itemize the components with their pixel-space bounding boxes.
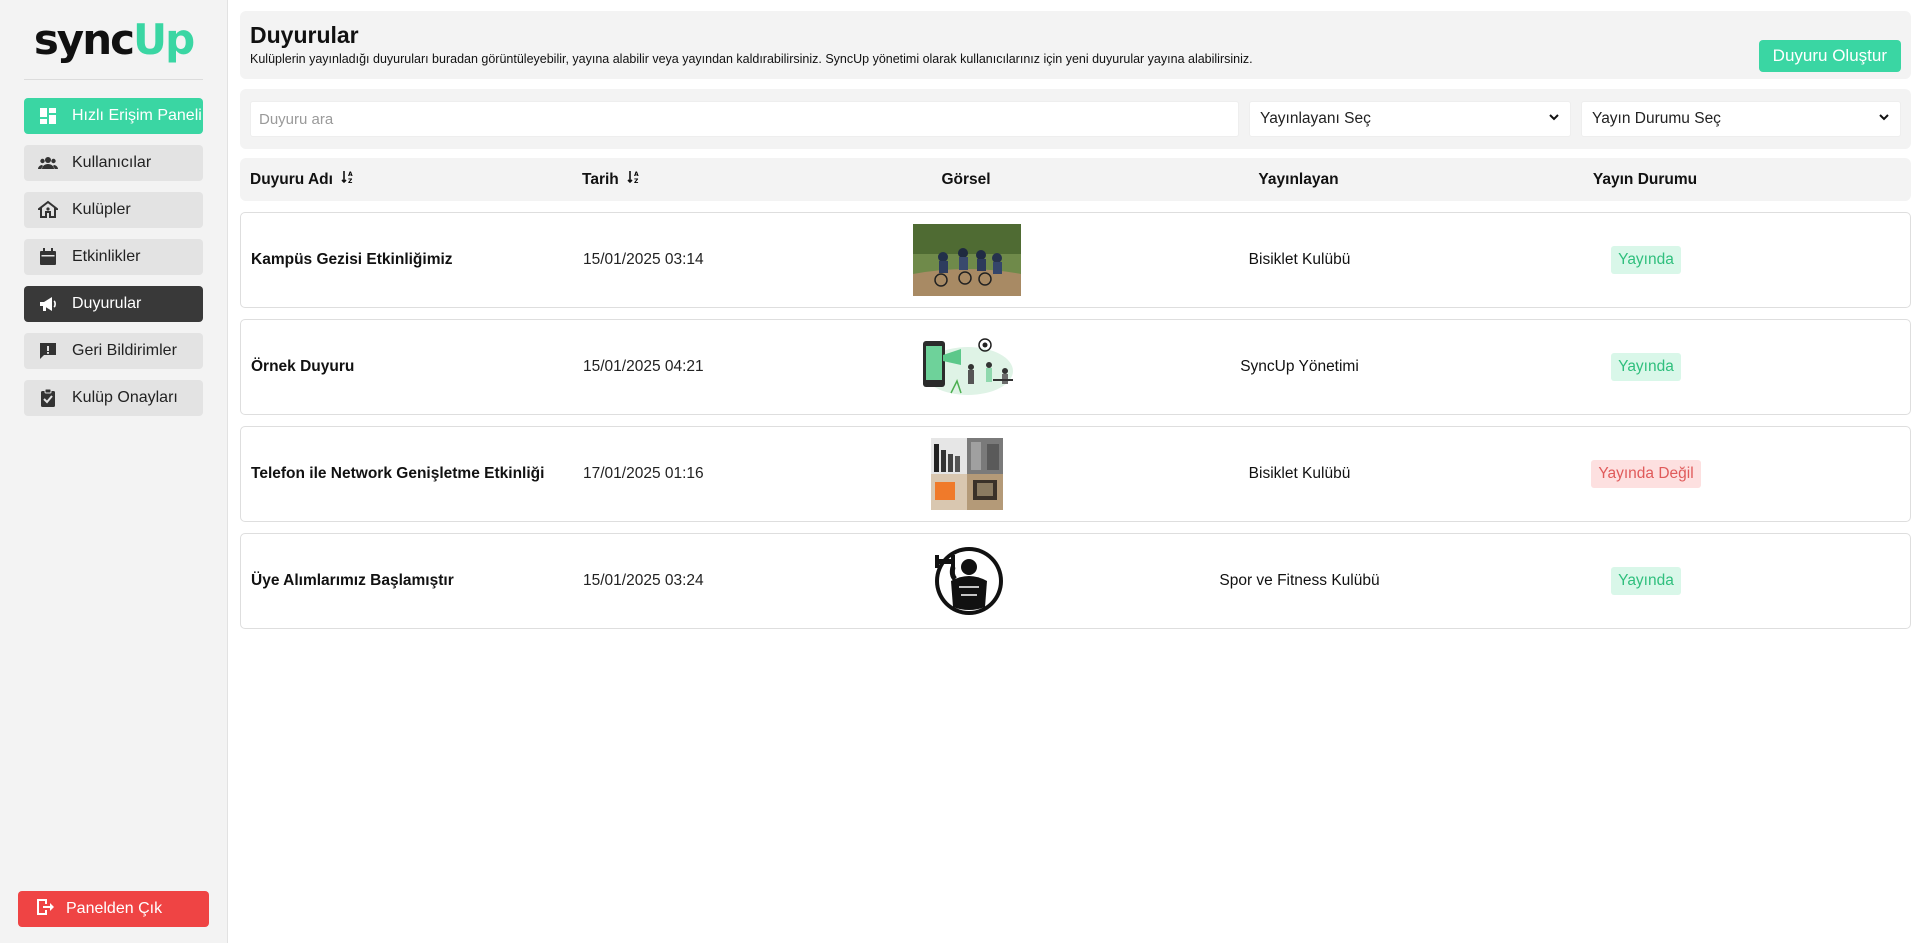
column-header-date[interactable]: Tarih AZ xyxy=(582,170,881,189)
status-badge[interactable]: Yayında xyxy=(1611,567,1681,595)
announcement-publisher: SyncUp Yönetimi xyxy=(1240,358,1359,375)
announcement-date: 15/01/2025 03:14 xyxy=(583,251,704,268)
phones-collage xyxy=(913,438,1021,510)
announcement-name: Telefon ile Network Genişletme Etkinliği xyxy=(251,465,545,482)
column-header-status: Yayın Durumu xyxy=(1592,170,1698,188)
logout-icon xyxy=(34,897,54,922)
main-content: Duyurular Kulüplerin yayınladığı duyurul… xyxy=(228,0,1914,943)
logout-label: Panelden Çık xyxy=(66,900,163,917)
announcement-name: Kampüs Gezisi Etkinliğimiz xyxy=(251,251,453,268)
announcement-publisher: Bisiklet Kulübü xyxy=(1248,465,1351,482)
dashboard-icon xyxy=(38,106,58,126)
sidebar-item-label: Hızlı Erişim Paneli xyxy=(72,107,202,124)
status-badge[interactable]: Yayında Değil xyxy=(1591,460,1701,488)
calendar-icon xyxy=(38,247,58,267)
announcement-date: 15/01/2025 04:21 xyxy=(583,358,704,375)
logo-text-sync: sync xyxy=(33,15,135,64)
status-select[interactable]: Yayın Durumu Seç xyxy=(1581,101,1901,137)
logo[interactable]: syncUp xyxy=(24,0,203,80)
sidebar-nav: Hızlı Erişim Paneli Kullanıcılar Kulüple… xyxy=(0,98,227,416)
sidebar-item-label: Geri Bildirimler xyxy=(72,342,177,359)
status-badge[interactable]: Yayında xyxy=(1611,246,1681,274)
sidebar-item-label: Kulüpler xyxy=(72,201,131,218)
column-header-label: Duyuru Adı xyxy=(250,170,333,188)
cyclists-photo xyxy=(913,224,1021,296)
create-announcement-button[interactable]: Duyuru Oluştur xyxy=(1758,40,1901,72)
status-badge[interactable]: Yayında xyxy=(1611,353,1681,381)
logo-text-up: Up xyxy=(133,15,195,64)
sidebar: syncUp Hızlı Erişim Paneli Kullanıcılar … xyxy=(0,0,228,943)
status-select-value: Yayın Durumu Seç xyxy=(1592,110,1721,127)
svg-text:Z: Z xyxy=(348,178,353,184)
svg-text:Z: Z xyxy=(634,178,639,184)
sidebar-item-club-approvals[interactable]: Kulüp Onayları xyxy=(24,380,203,416)
sidebar-item-clubs[interactable]: Kulüpler xyxy=(24,192,203,228)
column-header-label: Tarih xyxy=(582,170,619,188)
svg-text:A: A xyxy=(634,171,639,178)
sidebar-item-users[interactable]: Kullanıcılar xyxy=(24,145,203,181)
announcement-date: 15/01/2025 03:24 xyxy=(583,572,704,589)
sidebar-item-dashboard[interactable]: Hızlı Erişim Paneli xyxy=(24,98,203,134)
chevron-down-icon xyxy=(1878,110,1890,128)
sort-icon[interactable]: AZ xyxy=(341,170,355,189)
sidebar-item-label: Kullanıcılar xyxy=(72,154,152,171)
page-header: Duyurular Kulüplerin yayınladığı duyurul… xyxy=(240,11,1911,79)
publisher-select-value: Yayınlayanı Seç xyxy=(1260,110,1371,127)
sidebar-item-feedback[interactable]: Geri Bildirimler xyxy=(24,333,203,369)
column-header-image: Görsel xyxy=(941,170,991,188)
filter-bar: Yayınlayanı Seç Yayın Durumu Seç xyxy=(240,89,1911,149)
sidebar-item-label: Etkinlikler xyxy=(72,248,141,265)
page-description: Kulüplerin yayınladığı duyuruları burada… xyxy=(250,52,1253,66)
table-row[interactable]: Üye Alımlarımız Başlamıştır 15/01/2025 0… xyxy=(240,533,1911,629)
clubs-icon xyxy=(38,200,58,220)
svg-text:A: A xyxy=(348,171,353,178)
announcement-date: 17/01/2025 01:16 xyxy=(583,465,704,482)
announcement-name: Üye Alımlarımız Başlamıştır xyxy=(251,572,454,589)
feedback-icon xyxy=(38,341,58,361)
column-header-name[interactable]: Duyuru Adı AZ xyxy=(250,170,582,189)
sort-icon[interactable]: AZ xyxy=(627,170,641,189)
column-header-publisher: Yayınlayan xyxy=(1258,170,1339,188)
announcement-illustration xyxy=(913,331,1021,403)
announcement-publisher: Bisiklet Kulübü xyxy=(1248,251,1351,268)
table-row[interactable]: Kampüs Gezisi Etkinliğimiz 15/01/2025 03… xyxy=(240,212,1911,308)
megaphone-icon xyxy=(38,294,58,314)
table-row[interactable]: Örnek Duyuru 15/01/2025 04:21 SyncUp Yön… xyxy=(240,319,1911,415)
page-title: Duyurular xyxy=(250,22,359,48)
search-input[interactable] xyxy=(250,101,1239,137)
table-header: Duyuru Adı AZ Tarih AZ Görsel Yayınlayan… xyxy=(240,158,1911,201)
chevron-down-icon xyxy=(1548,110,1560,128)
announcement-publisher: Spor ve Fitness Kulübü xyxy=(1219,572,1380,589)
announcement-list: Kampüs Gezisi Etkinliğimiz 15/01/2025 03… xyxy=(240,212,1911,629)
table-row[interactable]: Telefon ile Network Genişletme Etkinliği… xyxy=(240,426,1911,522)
sidebar-item-announcements[interactable]: Duyurular xyxy=(24,286,203,322)
publisher-select[interactable]: Yayınlayanı Seç xyxy=(1249,101,1571,137)
sidebar-item-label: Duyurular xyxy=(72,295,142,312)
sidebar-item-label: Kulüp Onayları xyxy=(72,389,178,406)
users-icon xyxy=(38,153,58,173)
fitness-logo xyxy=(913,545,1021,617)
announcement-name: Örnek Duyuru xyxy=(251,358,355,375)
logout-button[interactable]: Panelden Çık xyxy=(18,891,209,927)
sidebar-item-events[interactable]: Etkinlikler xyxy=(24,239,203,275)
clipboard-check-icon xyxy=(38,388,58,408)
